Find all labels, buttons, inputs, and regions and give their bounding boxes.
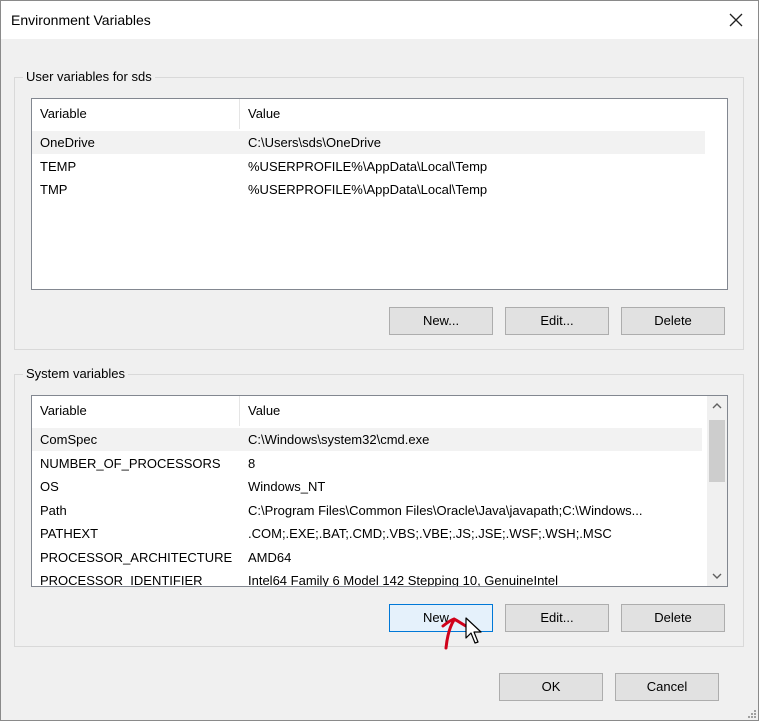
system-variables-label: System variables [23,366,128,381]
variable-name-cell: TEMP [40,158,77,174]
table-row[interactable]: NUMBER_OF_PROCESSORS 8 [32,452,702,475]
scroll-thumb[interactable] [709,420,725,482]
variable-value-cell: C:\Program Files\Common Files\Oracle\Jav… [248,502,643,518]
list-header: Variable Value [32,99,727,129]
system-edit-button[interactable]: Edit... [505,604,609,632]
close-button[interactable] [714,1,758,39]
variable-value-cell: .COM;.EXE;.BAT;.CMD;.VBS;.VBE;.JS;.JSE;.… [248,526,612,541]
variable-value-cell: 8 [248,455,256,471]
variable-value-cell: Windows_NT [248,479,326,494]
system-delete-button[interactable]: Delete [621,604,725,632]
variable-name-cell: OneDrive [40,135,95,150]
column-header-value[interactable]: Value [240,99,727,129]
cancel-button[interactable]: Cancel [615,673,719,701]
chevron-down-icon [712,573,722,579]
window-title: Environment Variables [11,12,151,28]
variable-name-cell: TMP [40,182,68,197]
variable-name-cell: Path [40,502,67,518]
variable-value-cell: AMD64 [248,549,292,565]
variable-name-cell: NUMBER_OF_PROCESSORS [40,455,221,471]
variable-name-cell: PROCESSOR_IDENTIFIER [40,573,203,587]
column-header-variable[interactable]: Variable [32,396,239,426]
table-row[interactable]: OS Windows_NT [32,475,702,498]
table-row[interactable]: TMP %USERPROFILE%\AppData\Local\Temp [32,178,705,201]
table-row[interactable]: TEMP %USERPROFILE%\AppData\Local\Temp [32,155,705,178]
variable-name-cell: PATHEXT [40,526,99,541]
table-row[interactable]: OneDrive C:\Users\sds\OneDrive [32,131,705,154]
chevron-up-icon [712,403,722,409]
scroll-up-button[interactable] [707,396,727,416]
table-row[interactable]: ComSpec C:\Windows\system32\cmd.exe [32,428,702,451]
user-delete-button[interactable]: Delete [621,307,725,335]
system-variables-list[interactable]: Variable Value ComSpec C:\Windows\system3… [31,395,728,587]
user-variables-list[interactable]: Variable Value OneDrive C:\Users\sds\OneD… [31,98,728,290]
ok-button[interactable]: OK [499,673,603,701]
column-header-variable[interactable]: Variable [32,99,239,129]
user-new-button[interactable]: New... [389,307,493,335]
user-variables-label: User variables for sds [23,69,155,84]
list-header: Variable Value [32,396,727,426]
variable-value-cell: %USERPROFILE%\AppData\Local\Temp [248,182,488,197]
mouse-pointer-icon [465,617,482,644]
user-edit-button[interactable]: Edit... [505,307,609,335]
variable-name-cell: PROCESSOR_ARCHITECTURE [40,549,233,565]
table-row[interactable]: PROCESSOR_IDENTIFIER Intel64 Family 6 Mod… [32,569,702,587]
variable-value-cell: C:\Windows\system32\cmd.exe [248,432,430,447]
title-bar[interactable]: Environment Variables [1,1,758,39]
scroll-down-button[interactable] [707,566,727,586]
vertical-scrollbar[interactable] [707,396,727,586]
annotation-arrow-icon [441,617,468,650]
environment-variables-dialog: Environment Variables User variables for… [0,0,759,721]
table-row[interactable]: PATHEXT .COM;.EXE;.BAT;.CMD;.VBS;.VBE;.JS… [32,522,702,545]
table-row[interactable]: PROCESSOR_ARCHITECTURE AMD64 [32,546,702,569]
variable-value-cell: %USERPROFILE%\AppData\Local\Temp [248,158,488,174]
variable-value-cell: C:\Users\sds\OneDrive [248,135,381,150]
column-header-value[interactable]: Value [240,396,707,426]
table-row[interactable]: Path C:\Program Files\Common Files\Oracle… [32,499,702,522]
variable-name-cell: OS [40,479,59,494]
variable-value-cell: Intel64 Family 6 Model 142 Stepping 10, … [248,573,559,587]
close-icon [729,13,743,27]
resize-grip-icon[interactable] [746,708,756,718]
variable-name-cell: ComSpec [40,432,98,447]
